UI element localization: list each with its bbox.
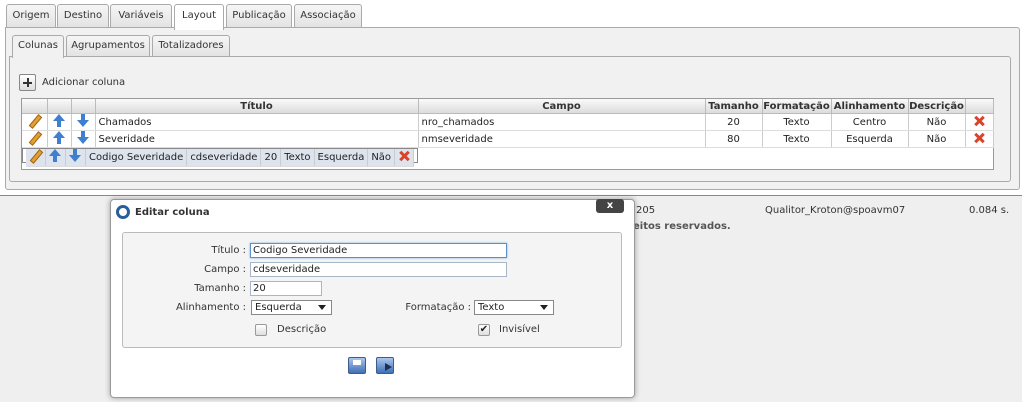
formatacao-select[interactable]: Texto <box>474 300 554 315</box>
add-column-label[interactable]: Adicionar coluna <box>42 77 125 88</box>
delete-icon[interactable] <box>973 132 985 144</box>
cell-tamanho: 20 <box>260 149 282 167</box>
tab-variaveis[interactable]: Variáveis <box>110 4 172 28</box>
table-row-selected[interactable]: Codigo Severidade cdseveridade 20 Texto … <box>22 148 419 167</box>
header-down <box>71 99 96 114</box>
close-button[interactable]: x <box>596 199 624 213</box>
footer-rights: eitos reservados. <box>633 221 731 232</box>
table-row[interactable]: Chamados nro_chamados 20 Texto Centro Nã… <box>22 113 994 131</box>
formatacao-label: Formatação : <box>405 302 471 313</box>
grid-header-row: Título Campo Tamanho Formatação Alinhame… <box>22 99 994 114</box>
descricao-checkbox[interactable] <box>255 324 267 336</box>
cell-descricao: Não <box>908 113 966 131</box>
arrow-up-icon[interactable] <box>52 114 66 127</box>
header-descricao[interactable]: Descrição <box>908 99 966 114</box>
campo-input[interactable] <box>250 262 507 277</box>
alinhamento-select[interactable]: Esquerda <box>251 300 332 315</box>
alinhamento-value: Esquerda <box>255 302 302 313</box>
invisivel-label: Invisível <box>499 324 540 335</box>
cell-formatacao: Texto <box>762 130 832 148</box>
chevron-down-icon <box>318 305 326 310</box>
subtab-colunas[interactable]: Colunas <box>12 35 64 58</box>
invisivel-checkbox[interactable]: ✔ <box>478 324 490 336</box>
header-alinhamento[interactable]: Alinhamento <box>831 99 909 114</box>
save-and-close-button[interactable] <box>376 357 394 374</box>
cell-campo: nro_chamados <box>418 113 706 131</box>
header-campo[interactable]: Campo <box>418 99 706 114</box>
header-tamanho[interactable]: Tamanho <box>705 99 763 114</box>
tab-associacao[interactable]: Associação <box>294 4 362 28</box>
arrow-down-icon[interactable] <box>76 114 90 127</box>
save-button[interactable] <box>348 357 366 374</box>
arrow-down-icon[interactable] <box>69 149 82 162</box>
cell-formatacao: Texto <box>280 149 315 167</box>
campo-label: Campo : <box>204 264 246 275</box>
footer-version: 205 <box>636 205 656 216</box>
arrow-up-icon[interactable] <box>49 149 62 162</box>
cell-alinhamento: Esquerda <box>314 149 369 167</box>
cell-titulo: Codigo Severidade <box>85 149 188 167</box>
tamanho-label: Tamanho : <box>194 283 246 294</box>
pencil-icon[interactable] <box>29 149 42 162</box>
footer-time: 0.084 s. <box>969 205 1010 216</box>
cell-titulo: Severidade <box>95 130 419 148</box>
columns-grid: Título Campo Tamanho Formatação Alinhame… <box>21 98 994 170</box>
delete-icon[interactable] <box>973 115 985 127</box>
cell-descricao: Não <box>908 130 966 148</box>
cell-formatacao: Texto <box>762 113 832 131</box>
qualitor-logo-icon <box>116 205 130 219</box>
chevron-down-icon <box>540 305 548 310</box>
tab-origem[interactable]: Origem <box>6 4 56 28</box>
cell-titulo: Chamados <box>95 113 419 131</box>
tamanho-input[interactable] <box>250 281 322 296</box>
header-delete <box>965 99 994 114</box>
header-up <box>47 99 72 114</box>
delete-icon[interactable] <box>398 150 410 162</box>
arrow-up-icon[interactable] <box>52 131 66 144</box>
descricao-label: Descrição <box>277 324 327 335</box>
add-column-button[interactable] <box>19 74 36 91</box>
cell-campo: cdseveridade <box>186 149 262 167</box>
cell-alinhamento: Esquerda <box>831 130 909 148</box>
header-titulo[interactable]: Título <box>95 99 419 114</box>
subtab-totalizadores[interactable]: Totalizadores <box>152 35 230 57</box>
titulo-label: Título : <box>211 245 246 256</box>
arrow-down-icon[interactable] <box>76 131 90 144</box>
subtab-agrupamentos[interactable]: Agrupamentos <box>66 35 150 57</box>
pencil-icon[interactable] <box>28 114 41 127</box>
cell-alinhamento: Centro <box>831 113 909 131</box>
cell-tamanho: 20 <box>705 113 763 131</box>
tab-layout[interactable]: Layout <box>174 4 224 30</box>
alinhamento-label: Alinhamento : <box>175 302 246 313</box>
titulo-input[interactable] <box>250 243 507 258</box>
header-formatacao[interactable]: Formatação <box>762 99 832 114</box>
footer-user: Qualitor_Kroton@spoavm07 <box>765 205 906 216</box>
table-row[interactable]: Severidade nmseveridade 80 Texto Esquerd… <box>22 130 994 148</box>
pencil-icon[interactable] <box>28 131 41 144</box>
header-edit <box>22 99 48 114</box>
cell-descricao: Não <box>367 149 396 167</box>
tab-destino[interactable]: Destino <box>57 4 109 28</box>
cell-tamanho: 80 <box>705 130 763 148</box>
formatacao-value: Texto <box>478 302 505 313</box>
dialog-title: Editar coluna <box>135 207 210 218</box>
tab-publicacao[interactable]: Publicação <box>226 4 292 28</box>
cell-campo: nmseveridade <box>418 130 706 148</box>
